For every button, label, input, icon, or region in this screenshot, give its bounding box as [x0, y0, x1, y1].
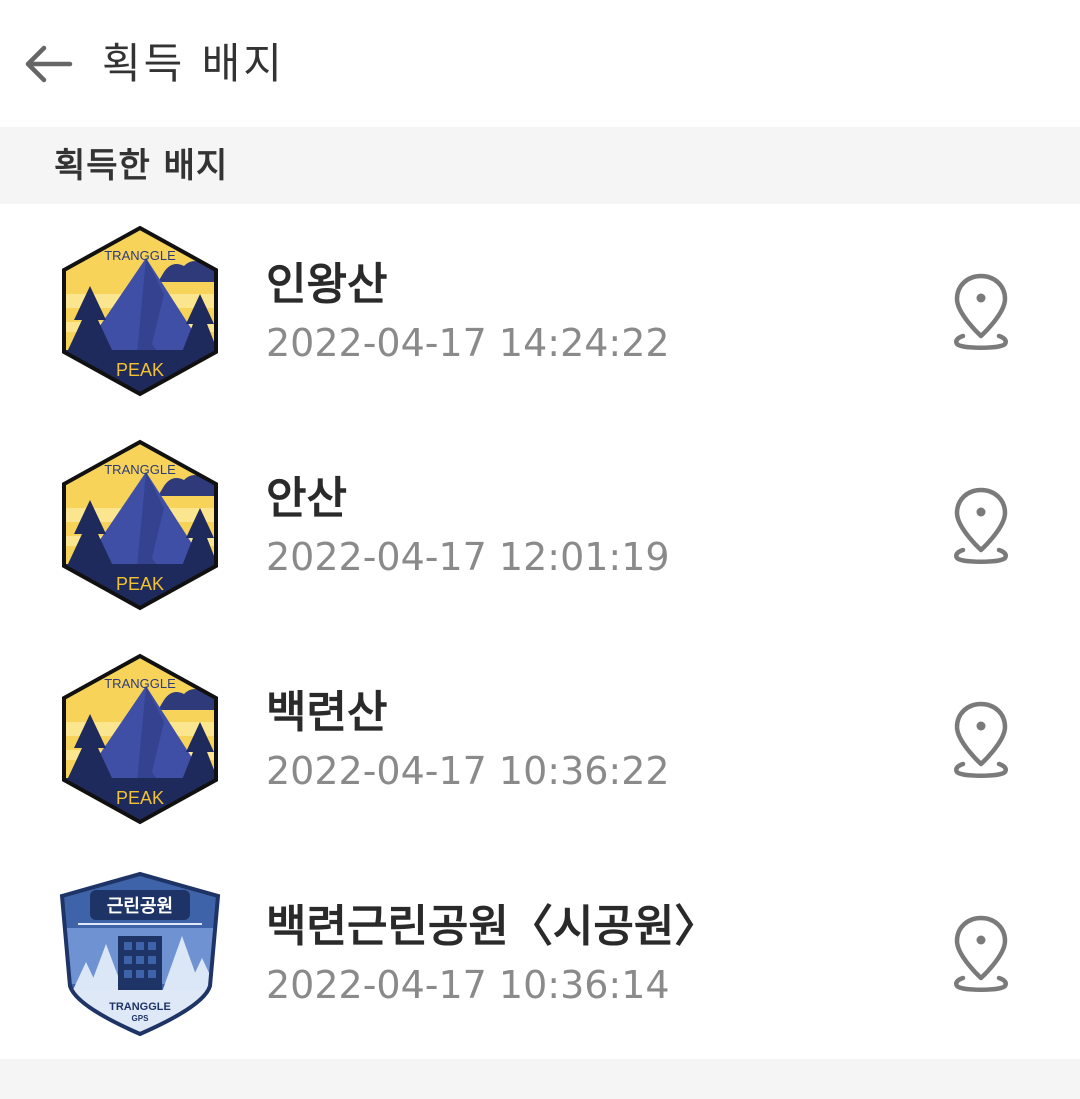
badge-datetime: 2022-04-17 10:36:22 [266, 749, 670, 793]
list-footer-divider [0, 1059, 1080, 1099]
page-title: 획득 배지 [102, 39, 285, 88]
badge-top-text: TRANGGLE [104, 676, 176, 691]
peak-badge-icon: TRANGGLE PEAK [62, 653, 218, 825]
badge-bottom-subtext: GPS [132, 1014, 150, 1023]
badge-top-text: 근린공원 [107, 896, 173, 917]
section-title: 획득한 배지 [54, 146, 229, 186]
badge-top-text: TRANGGLE [104, 248, 176, 263]
app-header: 획득 배지 [0, 0, 1080, 127]
badge-bottom-text: PEAK [116, 360, 164, 380]
location-pin-icon [954, 273, 1008, 350]
location-pin-icon [954, 701, 1008, 778]
peak-badge-icon: TRANGGLE PEAK [62, 439, 218, 611]
badge-name: 안산 [266, 473, 347, 524]
peak-badge-icon: TRANGGLE PEAK [62, 225, 218, 397]
badge-bottom-text: TRANGGLE [109, 1001, 171, 1013]
location-pin-icon [954, 487, 1008, 564]
badge-datetime: 2022-04-17 12:01:19 [266, 535, 670, 579]
badge-bottom-text: PEAK [116, 574, 164, 594]
badge-name: 백련근린공원〈시공원〉 [266, 901, 719, 952]
back-button[interactable] [18, 36, 78, 92]
badge-list: TRANGGLE PEAK 인왕산 2022-04-17 14:24:22 TR… [0, 204, 1080, 1060]
badge-datetime: 2022-04-17 14:24:22 [266, 321, 670, 365]
badge-top-text: TRANGGLE [104, 462, 176, 477]
location-pin-icon [954, 915, 1008, 992]
badge-list-item[interactable]: 근린공원 TRANGGLE GPS 백련근린공원〈시공원〉 2022-04-17… [0, 846, 1080, 1060]
badge-name: 백련산 [266, 687, 388, 738]
location-button[interactable] [944, 482, 1018, 568]
badge-list-item[interactable]: TRANGGLE PEAK 백련산 2022-04-17 10:36:22 [0, 632, 1080, 846]
park-badge-icon: 근린공원 TRANGGLE GPS [59, 871, 221, 1037]
badge-list-item[interactable]: TRANGGLE PEAK 인왕산 2022-04-17 14:24:22 [0, 204, 1080, 418]
badge-name: 인왕산 [266, 259, 388, 310]
badge-list-item[interactable]: TRANGGLE PEAK 안산 2022-04-17 12:01:19 [0, 418, 1080, 632]
badge-datetime: 2022-04-17 10:36:14 [266, 963, 670, 1007]
location-button[interactable] [944, 696, 1018, 782]
section-header: 획득한 배지 [0, 127, 1080, 204]
badge-bottom-text: PEAK [116, 788, 164, 808]
location-button[interactable] [944, 910, 1018, 996]
arrow-left-icon [25, 45, 73, 83]
location-button[interactable] [944, 268, 1018, 354]
